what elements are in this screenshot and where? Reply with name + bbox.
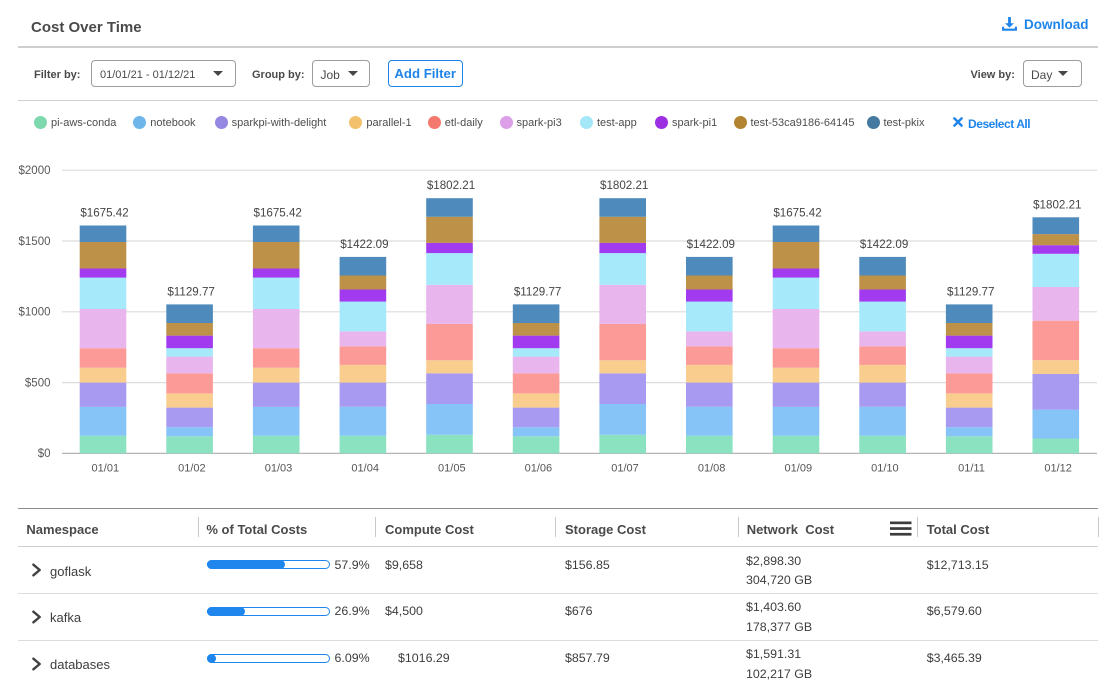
svg-text:$1675.42: $1675.42 [80,207,128,220]
svg-text:$1129.77: $1129.77 [514,285,562,298]
svg-text:01/11: 01/11 [958,463,985,475]
svg-text:$1422.09: $1422.09 [687,238,735,251]
svg-text:$500: $500 [25,377,51,389]
svg-text:$0: $0 [38,448,51,460]
svg-text:$1802.21: $1802.21 [600,179,648,192]
svg-text:01/07: 01/07 [611,463,639,475]
svg-text:01/06: 01/06 [525,463,553,475]
svg-text:$2000: $2000 [19,165,51,177]
svg-text:$1000: $1000 [19,307,51,319]
svg-text:01/08: 01/08 [698,463,726,475]
svg-text:$1129.77: $1129.77 [947,285,995,298]
svg-text:01/03: 01/03 [265,463,293,475]
svg-text:$1500: $1500 [19,236,51,248]
svg-text:01/04: 01/04 [351,463,379,475]
svg-text:$1802.21: $1802.21 [427,179,475,192]
svg-text:$1422.09: $1422.09 [340,238,388,251]
svg-text:01/09: 01/09 [785,463,813,475]
svg-text:01/10: 01/10 [871,463,899,475]
svg-text:01/05: 01/05 [438,463,466,475]
svg-text:01/12: 01/12 [1044,463,1072,475]
svg-text:$1802.21: $1802.21 [1033,198,1081,211]
svg-text:01/01: 01/01 [92,463,120,475]
svg-text:$1129.77: $1129.77 [167,285,215,298]
svg-text:$1675.42: $1675.42 [773,207,821,220]
svg-text:$1422.09: $1422.09 [860,238,908,251]
svg-text:$1675.42: $1675.42 [254,207,302,220]
svg-text:01/02: 01/02 [178,463,206,475]
